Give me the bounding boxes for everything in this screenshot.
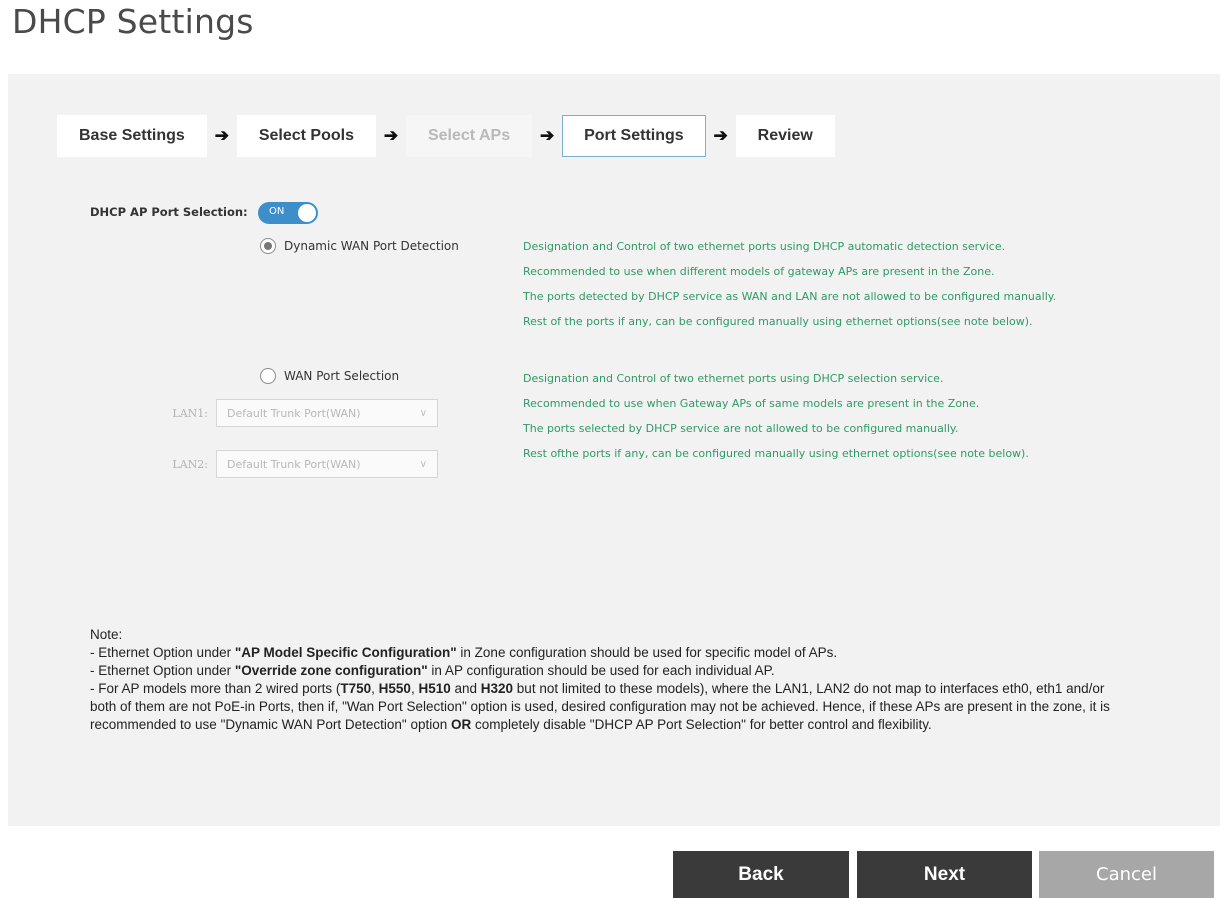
arrow-right-icon: ➔ bbox=[214, 126, 229, 145]
notes-heading: Note: bbox=[90, 627, 123, 642]
back-button[interactable]: Back bbox=[673, 851, 849, 898]
dynamic-wan-label: Dynamic WAN Port Detection bbox=[284, 239, 459, 253]
note-line-1: - Ethernet Option under "AP Model Specif… bbox=[90, 644, 1110, 662]
port-selection-label: DHCP AP Port Selection: bbox=[90, 205, 248, 219]
description-line: Rest ofthe ports if any, can be configur… bbox=[523, 447, 1029, 460]
note-bold: "AP Model Specific Configuration" bbox=[234, 645, 457, 660]
step-port-settings[interactable]: Port Settings bbox=[562, 115, 706, 157]
page-title: DHCP Settings bbox=[12, 2, 254, 41]
next-button[interactable]: Next bbox=[857, 851, 1032, 898]
note-text: - Ethernet Option under bbox=[90, 663, 235, 678]
wizard-stepper: Base Settings ➔ Select Pools ➔ Select AP… bbox=[57, 115, 835, 157]
lan1-label: LAN1: bbox=[172, 406, 208, 420]
step-base-settings[interactable]: Base Settings bbox=[57, 115, 207, 157]
note-line-3: - For AP models more than 2 wired ports … bbox=[90, 680, 1110, 734]
description-line: Recommended to use when different models… bbox=[523, 265, 995, 278]
lan1-value: Default Trunk Port(WAN) bbox=[227, 406, 361, 420]
lan2-label: LAN2: bbox=[172, 457, 208, 471]
note-text: in Zone configuration should be used for… bbox=[456, 645, 838, 660]
wan-selection-description: Designation and Control of two ethernet … bbox=[523, 366, 1203, 466]
cancel-button[interactable]: Cancel bbox=[1039, 851, 1214, 898]
note-text: , bbox=[371, 681, 379, 696]
dynamic-wan-description: Designation and Control of two ethernet … bbox=[523, 234, 1203, 334]
lan1-row: LAN1: Default Trunk Port(WAN) ∨ bbox=[160, 399, 438, 427]
model-name: H510 bbox=[418, 681, 451, 696]
note-text: - Ethernet Option under bbox=[90, 645, 235, 660]
note-text: - For AP models more than 2 wired ports … bbox=[90, 681, 341, 696]
model-name: H550 bbox=[378, 681, 411, 696]
arrow-right-icon: ➔ bbox=[383, 126, 399, 145]
wan-selection-option[interactable]: WAN Port Selection bbox=[260, 368, 399, 384]
model-name: T750 bbox=[340, 681, 372, 696]
port-selection-toggle[interactable]: ON bbox=[258, 202, 318, 224]
wan-selection-radio[interactable] bbox=[260, 368, 276, 384]
step-review[interactable]: Review bbox=[735, 115, 835, 157]
description-line: Rest of the ports if any, can be configu… bbox=[523, 315, 1033, 328]
description-line: Recommended to use when Gateway APs of s… bbox=[523, 397, 980, 410]
wizard-panel: Base Settings ➔ Select Pools ➔ Select AP… bbox=[8, 74, 1220, 826]
note-bold: OR bbox=[451, 717, 472, 732]
lan1-select: Default Trunk Port(WAN) ∨ bbox=[216, 399, 438, 427]
note-line-2: - Ethernet Option under "Override zone c… bbox=[90, 662, 1110, 680]
dynamic-wan-option[interactable]: Dynamic WAN Port Detection bbox=[260, 238, 459, 254]
notes-block: Note: - Ethernet Option under "AP Model … bbox=[90, 626, 1110, 734]
step-select-aps: Select APs bbox=[405, 115, 533, 157]
model-name: H320 bbox=[480, 681, 514, 696]
note-bold: "Override zone configuration" bbox=[234, 663, 428, 678]
arrow-right-icon: ➔ bbox=[539, 126, 555, 145]
note-text: and bbox=[450, 681, 481, 696]
arrow-right-icon: ➔ bbox=[713, 126, 728, 145]
lan2-value: Default Trunk Port(WAN) bbox=[227, 457, 361, 471]
chevron-down-icon: ∨ bbox=[419, 458, 427, 470]
description-line: The ports detected by DHCP service as WA… bbox=[523, 290, 1057, 303]
toggle-knob bbox=[298, 204, 316, 222]
wan-selection-label: WAN Port Selection bbox=[284, 369, 400, 383]
step-select-pools[interactable]: Select Pools bbox=[236, 115, 376, 157]
lan2-select: Default Trunk Port(WAN) ∨ bbox=[216, 450, 438, 478]
note-text: in AP configuration should be used for e… bbox=[427, 663, 775, 678]
dynamic-wan-radio[interactable] bbox=[260, 238, 276, 254]
description-line: Designation and Control of two ethernet … bbox=[523, 240, 1006, 253]
description-line: Designation and Control of two ethernet … bbox=[523, 372, 944, 385]
toggle-text: ON bbox=[269, 206, 285, 217]
chevron-down-icon: ∨ bbox=[419, 407, 427, 419]
lan2-row: LAN2: Default Trunk Port(WAN) ∨ bbox=[160, 450, 438, 478]
note-text: completely disable "DHCP AP Port Selecti… bbox=[471, 717, 932, 732]
description-line: The ports selected by DHCP service are n… bbox=[523, 422, 959, 435]
